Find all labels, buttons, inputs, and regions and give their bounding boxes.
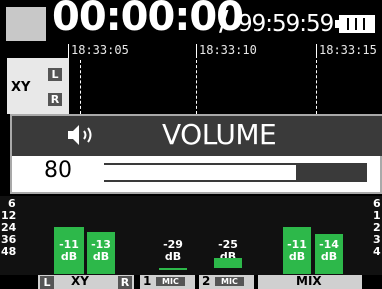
volume-title: VOLUME bbox=[162, 118, 277, 151]
timeline-tick bbox=[316, 44, 317, 58]
scale-left: 6 12 24 36 48 bbox=[1, 197, 17, 258]
meter-xy-r-value: -13 bbox=[91, 238, 111, 251]
timeline-gridline bbox=[80, 60, 81, 114]
channel-1-number: 1 bbox=[143, 274, 152, 288]
timeline-gridline bbox=[316, 60, 317, 114]
scale-right: 61 23 4 bbox=[373, 197, 381, 258]
meter-xy-r-unit: dB bbox=[92, 250, 110, 263]
channel-label-2[interactable]: 2 MIC bbox=[199, 274, 254, 289]
timeline-tick bbox=[196, 44, 197, 58]
volume-slider-fill bbox=[104, 165, 296, 180]
remaining-time: 99:59:59 bbox=[238, 11, 334, 37]
channel-2-source: MIC bbox=[215, 277, 244, 286]
volume-slider[interactable] bbox=[104, 163, 367, 182]
meter-ch1-unit: dB bbox=[164, 250, 182, 263]
track-badge-l: L bbox=[48, 68, 62, 81]
channel-label-mix[interactable]: MIX bbox=[258, 274, 362, 289]
channel-label-1[interactable]: 1 MIC bbox=[140, 274, 195, 289]
channel-xy-name: XY bbox=[71, 274, 89, 288]
meter-mix-l-unit: dB bbox=[288, 250, 306, 263]
meter-xy-l-value: -11 bbox=[59, 238, 79, 251]
timeline-mark-3: 18:33:15 bbox=[319, 43, 377, 57]
battery-icon bbox=[335, 15, 375, 33]
time-separator: / bbox=[219, 4, 229, 37]
timeline-mark-2: 18:33:10 bbox=[199, 43, 257, 57]
timeline-gridline bbox=[196, 60, 197, 114]
meter-mix-r-value: -14 bbox=[319, 238, 339, 251]
meter-xy-l: -11 dB bbox=[54, 198, 84, 274]
meter-mix-r: -14 dB bbox=[315, 198, 343, 274]
meter-mix-r-unit: dB bbox=[320, 250, 338, 263]
timeline-mark-1: 18:33:05 bbox=[71, 43, 129, 57]
speaker-icon bbox=[66, 122, 102, 152]
meter-mix-l: -11 dB bbox=[283, 198, 311, 274]
meter-xy-r: -13 dB bbox=[87, 198, 115, 274]
channel-2-number: 2 bbox=[202, 274, 211, 288]
timeline-tick bbox=[68, 44, 69, 58]
channel-xy-badge-r: R bbox=[118, 276, 132, 289]
channel-label-xy[interactable]: L XY R bbox=[38, 274, 134, 289]
meter-ch1-value: -29 bbox=[163, 238, 183, 251]
channel-xy-badge-l: L bbox=[40, 276, 54, 289]
channel-1-source: MIC bbox=[156, 277, 185, 286]
track-name: XY bbox=[11, 80, 31, 95]
track-badge-r: R bbox=[48, 93, 62, 106]
meter-ch2-value: -25 bbox=[218, 238, 238, 251]
elapsed-time: 00:00:00 bbox=[52, 0, 244, 40]
meter-mix-l-value: -11 bbox=[287, 238, 307, 251]
stop-icon bbox=[6, 7, 46, 41]
meter-xy-l-unit: dB bbox=[60, 250, 78, 263]
meter-ch1: -29 dB bbox=[155, 198, 191, 274]
meter-ch2: -25 dB bbox=[210, 198, 246, 274]
channel-mix-name: MIX bbox=[296, 274, 322, 288]
volume-value: 80 bbox=[44, 158, 72, 183]
